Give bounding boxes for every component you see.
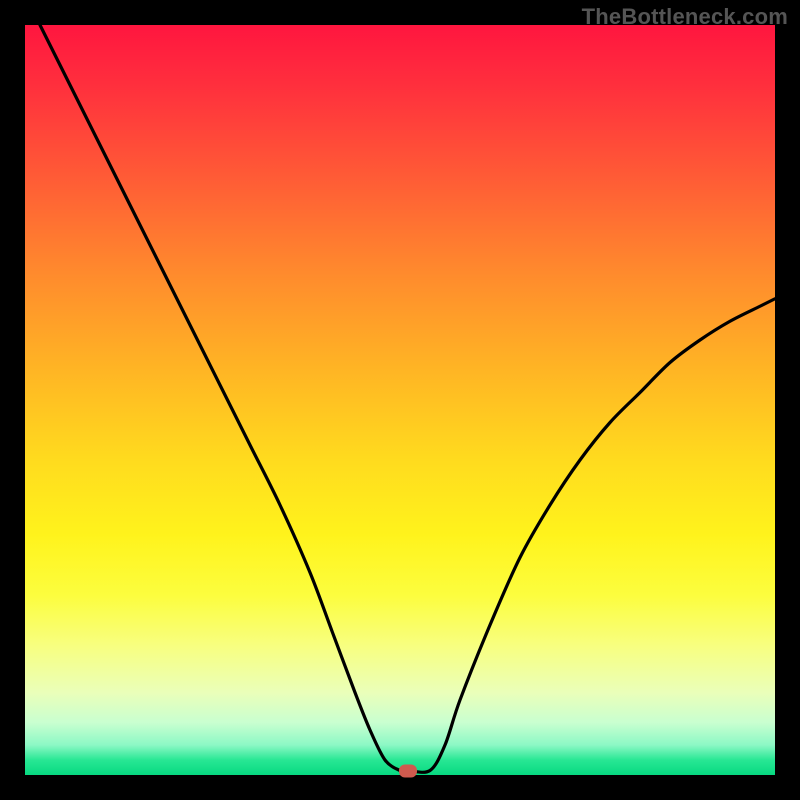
watermark-text: TheBottleneck.com [582,4,788,30]
bottleneck-curve [25,25,775,775]
chart-container: TheBottleneck.com [0,0,800,800]
optimum-marker [399,764,417,777]
